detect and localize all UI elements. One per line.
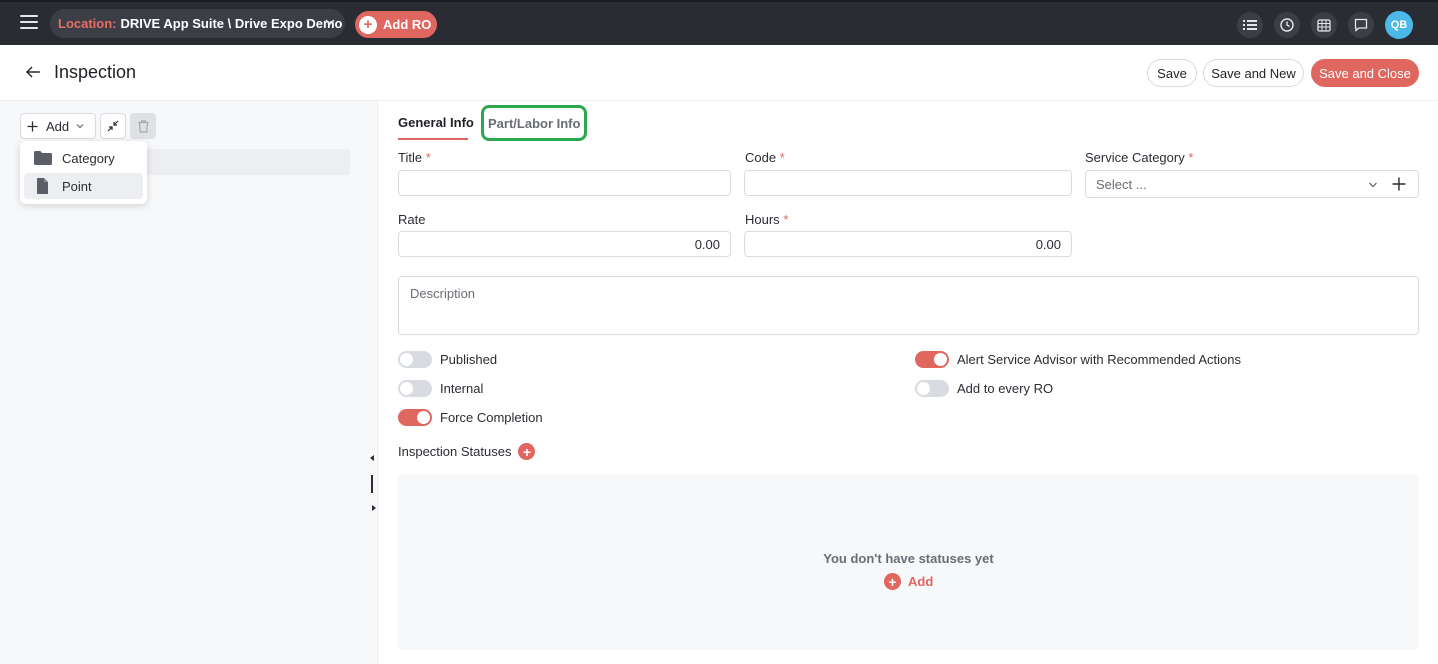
hours-label: Hours * <box>745 212 788 227</box>
toggle-add-to-every-ro[interactable]: Add to every RO <box>915 379 1053 397</box>
select-placeholder: Select ... <box>1096 176 1147 192</box>
toggle-label: Alert Service Advisor with Recommended A… <box>957 351 1241 367</box>
collapse-icon <box>107 120 119 132</box>
toggle-label: Published <box>440 351 498 367</box>
save-and-close-button[interactable]: Save and Close <box>1311 59 1419 87</box>
list-icon[interactable] <box>1237 12 1263 38</box>
internal-switch[interactable] <box>398 379 432 397</box>
top-navigation-bar: Location: DRIVE App Suite \ Drive Expo D… <box>0 0 1438 45</box>
folder-icon <box>34 151 52 165</box>
force-completion-switch[interactable] <box>398 408 432 426</box>
hours-field[interactable]: 0.00 <box>744 231 1072 257</box>
published-switch[interactable] <box>398 350 432 368</box>
plus-icon: + <box>359 15 377 34</box>
toggle-label: Add to every RO <box>957 380 1054 396</box>
toggle-published[interactable]: Published <box>398 350 497 368</box>
menu-icon[interactable] <box>20 15 38 29</box>
collapse-button[interactable] <box>100 113 126 139</box>
file-icon <box>37 178 48 194</box>
toggle-label: Force Completion <box>440 409 543 425</box>
add-status-label: Add <box>908 574 934 589</box>
add-ro-button[interactable]: + Add RO <box>355 11 437 38</box>
service-category-label-text: Service Category <box>1085 150 1185 165</box>
plus-icon: + <box>884 573 901 590</box>
required-mark: * <box>425 150 431 165</box>
tree-node[interactable] <box>133 149 350 175</box>
description-field[interactable]: Description <box>398 276 1419 335</box>
title-field[interactable] <box>398 170 731 196</box>
chat-icon[interactable] <box>1348 12 1374 38</box>
rate-field[interactable]: 0.00 <box>398 231 731 257</box>
clock-icon[interactable] <box>1274 12 1300 38</box>
user-avatar[interactable]: QB <box>1385 11 1413 39</box>
add-label: Add <box>46 118 70 134</box>
chevron-down-icon <box>76 124 84 129</box>
delete-button[interactable] <box>130 113 156 139</box>
add-status-button[interactable]: + Add <box>884 573 933 590</box>
alert-service-advisor-switch[interactable] <box>915 350 949 368</box>
dropdown-item-point[interactable]: Point <box>24 173 143 199</box>
location-label: Location: <box>58 16 117 31</box>
add-dropdown-button[interactable]: Add <box>20 113 96 139</box>
inspection-statuses-label: Inspection Statuses <box>398 444 512 459</box>
tab-highlight-outline <box>481 105 587 141</box>
location-selector[interactable]: Location: DRIVE App Suite \ Drive Expo D… <box>50 9 345 38</box>
required-mark: * <box>779 150 785 165</box>
tab-general-info[interactable]: General Info <box>398 107 474 140</box>
chevron-down-icon <box>325 19 335 26</box>
code-field[interactable] <box>744 170 1072 196</box>
dropdown-item-category[interactable]: Category <box>24 145 143 171</box>
service-category-select[interactable]: Select ... <box>1085 170 1419 198</box>
trash-icon <box>138 119 148 133</box>
toggle-label: Internal <box>440 380 484 396</box>
rate-label: Rate <box>398 212 426 227</box>
save-and-new-button[interactable]: Save and New <box>1203 59 1304 87</box>
back-arrow-icon[interactable] <box>25 65 41 79</box>
required-mark: * <box>783 212 789 227</box>
toggle-alert-service-advisor[interactable]: Alert Service Advisor with Recommended A… <box>915 350 1241 368</box>
chevron-down-icon <box>1369 182 1377 188</box>
calendar-icon[interactable] <box>1311 12 1337 38</box>
panel-resize-handle[interactable] <box>370 453 376 513</box>
statuses-empty-state: You don't have statuses yet + Add <box>398 475 1419 650</box>
add-ro-label: Add RO <box>383 17 432 32</box>
add-dropdown-menu: Category Point <box>20 141 147 204</box>
location-value: DRIVE App Suite \ Drive Expo Demo <box>120 16 343 31</box>
add-to-every-ro-switch[interactable] <box>915 379 949 397</box>
toggle-force-completion[interactable]: Force Completion <box>398 408 543 426</box>
page-header: Inspection Save Save and New Save and Cl… <box>0 45 1438 101</box>
page-title: Inspection <box>54 62 137 82</box>
save-button[interactable]: Save <box>1147 59 1197 87</box>
inspection-statuses-header: Inspection Statuses + <box>398 443 536 460</box>
hours-label-text: Hours <box>745 212 780 227</box>
add-status-icon[interactable]: + <box>518 443 536 460</box>
toggle-internal[interactable]: Internal <box>398 379 483 397</box>
code-label-text: Code <box>745 150 777 165</box>
required-mark: * <box>1188 150 1194 165</box>
title-label: Title * <box>398 150 431 165</box>
service-category-label: Service Category * <box>1085 150 1193 165</box>
empty-state-text: You don't have statuses yet <box>823 551 994 566</box>
dropdown-item-label: Point <box>62 178 92 194</box>
dropdown-item-label: Category <box>62 150 115 166</box>
title-label-text: Title <box>398 150 423 165</box>
plus-icon[interactable] <box>1392 177 1406 191</box>
plus-icon <box>27 121 38 131</box>
tree-panel: Add Category Point <box>0 101 378 664</box>
code-label: Code * <box>745 150 785 165</box>
